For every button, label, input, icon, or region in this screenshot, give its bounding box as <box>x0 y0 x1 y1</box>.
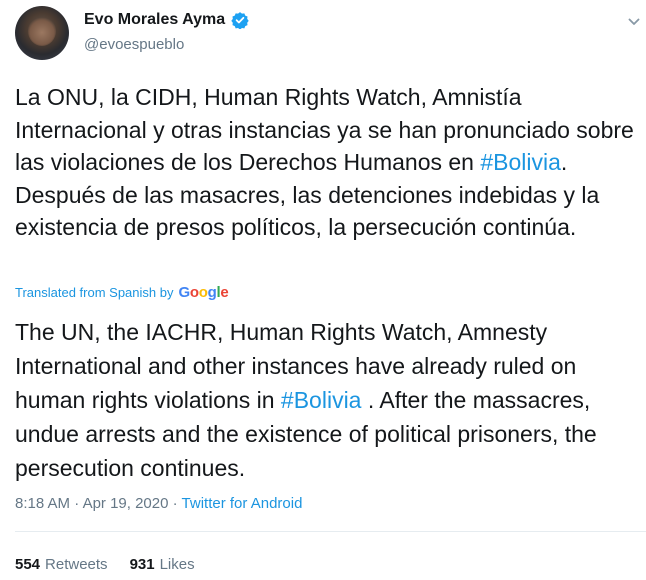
tweet-time[interactable]: 8:18 AM <box>15 495 70 512</box>
meta-separator: · <box>74 495 80 512</box>
tweet-meta: 8:18 AM · Apr 19, 2020 · Twitter for And… <box>15 495 302 512</box>
author-name[interactable]: Evo Morales Ayma <box>84 11 225 29</box>
chevron-down-icon[interactable] <box>627 15 641 29</box>
verified-badge-icon <box>231 11 249 30</box>
hashtag-link[interactable]: #Bolivia <box>281 387 362 413</box>
translated-text: The UN, the IACHR, Human Rights Watch, A… <box>15 315 645 485</box>
retweets-stat[interactable]: 554 Retweets <box>15 556 108 573</box>
divider <box>15 531 646 532</box>
meta-separator: · <box>172 495 178 512</box>
likes-count: 931 <box>130 552 155 573</box>
likes-stat[interactable]: 931 Likes <box>130 552 195 573</box>
tweet-stats: 554 Retweets 931 Likes <box>15 552 217 573</box>
retweets-count: 554 <box>15 556 41 573</box>
tweet-source-link[interactable]: Twitter for Android <box>182 495 303 512</box>
translation-label: Translated from Spanish by <box>15 285 174 300</box>
tweet-date[interactable]: Apr 19, 2020 <box>83 495 169 512</box>
likes-label: Likes <box>159 556 195 573</box>
likes-count-value: 931 <box>129 556 155 573</box>
avatar[interactable] <box>15 6 69 60</box>
hashtag-link[interactable]: #Bolivia <box>480 149 561 175</box>
google-logo: Google <box>178 284 229 301</box>
retweets-label: Retweets <box>45 556 108 573</box>
author-name-row[interactable]: Evo Morales Ayma <box>84 11 249 30</box>
translation-attribution[interactable]: Translated from Spanish by Google <box>15 284 229 301</box>
tweet-text: La ONU, la CIDH, Human Rights Watch, Amn… <box>15 81 640 244</box>
author-handle[interactable]: @evoespueblo <box>84 36 184 53</box>
